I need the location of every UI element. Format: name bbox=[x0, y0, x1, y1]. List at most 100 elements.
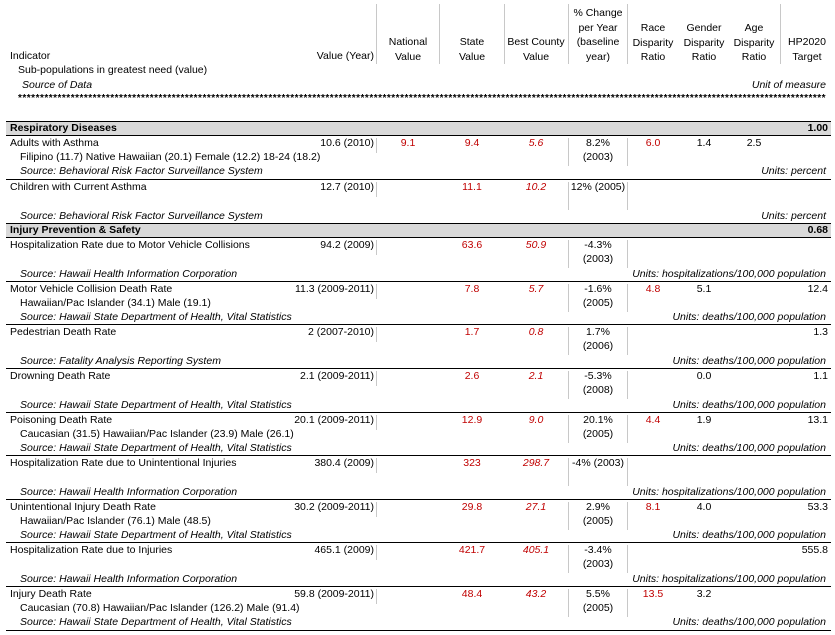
cell-divider bbox=[568, 502, 569, 530]
cell-divider bbox=[568, 240, 569, 268]
indicator-value-year: 2 (2007-2010) bbox=[308, 326, 374, 338]
header-divider bbox=[376, 4, 377, 64]
data-source: Source: Hawaii State Department of Healt… bbox=[20, 442, 292, 454]
best-county-value: 5.6 bbox=[528, 137, 544, 149]
row-bottom-border bbox=[6, 586, 831, 587]
pct-change-baseline-year: (2003) bbox=[582, 253, 614, 265]
best-county-value: 2.1 bbox=[528, 370, 544, 382]
header-state: State Value bbox=[458, 36, 486, 63]
header-age: Age Disparity Ratio bbox=[733, 22, 775, 63]
cell-divider bbox=[627, 371, 628, 399]
hp2020-target: 53.3 bbox=[807, 501, 828, 513]
header-source: Source of Data bbox=[22, 79, 93, 91]
gender-disparity-ratio: 1.4 bbox=[696, 137, 712, 149]
indicator-name: Pedestrian Death Rate bbox=[10, 326, 117, 338]
hp2020-target: 555.8 bbox=[801, 544, 828, 556]
row-bottom-border bbox=[6, 179, 831, 180]
row-bottom-border bbox=[6, 368, 831, 369]
unit-of-measure: Units: deaths/100,000 population bbox=[672, 616, 826, 628]
cell-divider bbox=[568, 589, 569, 617]
state-value: 12.9 bbox=[461, 414, 483, 426]
state-value: 11.1 bbox=[462, 181, 482, 193]
header-subpop: Sub-populations in greatest need (value) bbox=[18, 64, 208, 76]
header-divider bbox=[780, 4, 781, 64]
indicator-value-year: 20.1 (2009-2011) bbox=[294, 414, 374, 426]
data-source: Source: Hawaii Health Information Corpor… bbox=[20, 573, 238, 585]
age-disparity-ratio: 2.5 bbox=[746, 137, 762, 149]
row-bottom-border bbox=[6, 281, 831, 282]
pct-change-value: -1.6% bbox=[584, 283, 612, 295]
cell-divider bbox=[627, 545, 628, 573]
data-source: Source: Hawaii State Department of Healt… bbox=[20, 311, 292, 323]
best-county-value: 405.1 bbox=[522, 544, 550, 556]
header-national: National Value bbox=[388, 36, 428, 63]
header-divider bbox=[439, 4, 440, 64]
pct-change-value: 8.2% bbox=[586, 137, 610, 149]
unit-of-measure: Units: hospitalizations/100,000 populati… bbox=[632, 268, 826, 280]
indicator-name: Hospitalization Rate due to Injuries bbox=[10, 544, 173, 556]
header-best-county: Best County Value bbox=[507, 36, 565, 63]
data-source: Source: Behavioral Risk Factor Surveilla… bbox=[20, 210, 263, 222]
gender-disparity-ratio: 1.9 bbox=[696, 414, 712, 426]
data-source: Source: Hawaii State Department of Healt… bbox=[20, 616, 292, 628]
cell-divider bbox=[568, 415, 569, 443]
cell-divider bbox=[376, 138, 377, 153]
indicator-name: Motor Vehicle Collision Death Rate bbox=[10, 283, 173, 295]
cell-divider bbox=[376, 502, 377, 517]
best-county-value: 298.7 bbox=[522, 457, 550, 469]
state-value: 7.8 bbox=[464, 283, 480, 295]
row-bottom-border bbox=[6, 630, 831, 631]
subpopulation-need: Hawaiian/Pac Islander (76.1) Male (48.5) bbox=[20, 515, 211, 527]
gender-disparity-ratio: 5.1 bbox=[696, 283, 712, 295]
cell-divider bbox=[376, 545, 377, 560]
cell-divider bbox=[376, 327, 377, 342]
national-value: 9.1 bbox=[400, 137, 416, 149]
subpopulation-need: Caucasian (31.5) Hawaiian/Pac Islander (… bbox=[20, 428, 294, 440]
indicator-name: Drowning Death Rate bbox=[10, 370, 111, 382]
indicator-value-year: 2.1 (2009-2011) bbox=[300, 370, 374, 382]
cell-divider bbox=[568, 545, 569, 573]
state-value: 421.7 bbox=[458, 544, 486, 556]
subpopulation-need: Hawaiian/Pac Islander (34.1) Male (19.1) bbox=[20, 297, 211, 309]
pct-change-baseline-year: (2003) bbox=[582, 558, 614, 570]
cell-divider bbox=[376, 415, 377, 430]
subpopulation-need: Caucasian (70.8) Hawaiian/Pac Islander (… bbox=[20, 602, 300, 614]
unit-of-measure: Units: deaths/100,000 population bbox=[672, 399, 826, 411]
section-title-respiratory: Respiratory Diseases bbox=[10, 122, 117, 134]
cell-divider bbox=[627, 458, 628, 486]
subpopulation-need: Filipino (11.7) Native Hawaiian (20.1) F… bbox=[20, 151, 321, 163]
pct-change-baseline-year: (2005) bbox=[582, 428, 614, 440]
hp2020-target: 13.1 bbox=[807, 414, 828, 426]
data-source: Source: Hawaii State Department of Healt… bbox=[20, 399, 292, 411]
unit-of-measure: Units: deaths/100,000 population bbox=[672, 355, 826, 367]
race-disparity-ratio: 4.4 bbox=[645, 414, 661, 426]
pct-change-baseline-year: (2003) bbox=[582, 151, 614, 163]
cell-divider bbox=[376, 371, 377, 386]
indicator-value-year: 12.7 (2010) bbox=[320, 181, 374, 193]
state-value: 48.4 bbox=[461, 588, 483, 600]
unit-of-measure: Units: hospitalizations/100,000 populati… bbox=[632, 486, 826, 498]
cell-divider bbox=[568, 138, 569, 166]
unit-of-measure: Units: percent bbox=[761, 165, 826, 177]
pct-change-value: -5.3% bbox=[584, 370, 612, 382]
pct-change-value: -4.3% bbox=[584, 239, 612, 251]
race-disparity-ratio: 13.5 bbox=[642, 588, 664, 600]
cell-divider bbox=[568, 182, 569, 210]
indicator-value-year: 59.8 (2009-2011) bbox=[294, 588, 374, 600]
section-score-injury: 0.68 bbox=[807, 224, 828, 236]
indicator-value-year: 10.6 (2010) bbox=[320, 137, 374, 149]
header-race: Race Disparity Ratio bbox=[632, 22, 674, 63]
section-title-injury: Injury Prevention & Safety bbox=[10, 224, 141, 236]
hp2020-target: 1.1 bbox=[813, 370, 828, 382]
unit-of-measure: Units: deaths/100,000 population bbox=[672, 442, 826, 454]
pct-change-value: 2.9% bbox=[586, 501, 610, 513]
indicator-value-year: 380.4 (2009) bbox=[314, 457, 374, 469]
state-value: 63.6 bbox=[461, 239, 483, 251]
pct-change-value: 5.5% bbox=[586, 588, 610, 600]
data-source: Source: Hawaii Health Information Corpor… bbox=[20, 486, 238, 498]
row-bottom-border bbox=[6, 499, 831, 500]
cell-divider bbox=[627, 327, 628, 355]
race-disparity-ratio: 4.8 bbox=[645, 283, 661, 295]
best-county-value: 0.8 bbox=[528, 326, 544, 338]
row-bottom-border bbox=[6, 223, 831, 224]
